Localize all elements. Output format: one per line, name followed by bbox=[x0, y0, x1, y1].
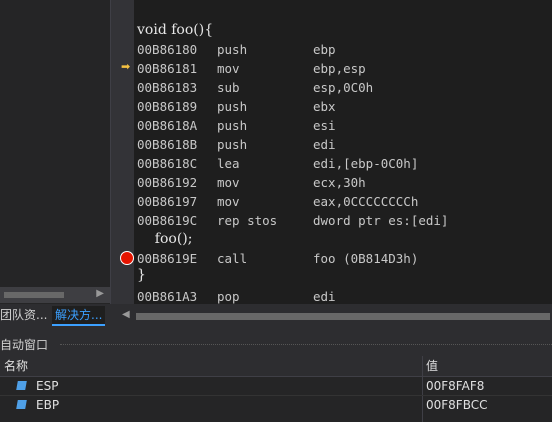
scrollbar-thumb[interactable] bbox=[136, 313, 550, 320]
editor-gutter bbox=[111, 0, 118, 304]
source-line: void foo(){ bbox=[137, 22, 214, 38]
table-row[interactable]: EBP 00F8FBCC bbox=[0, 396, 552, 414]
register-name: EBP bbox=[36, 398, 60, 412]
left-panel-tabs: 团队资... 解决方... bbox=[0, 304, 110, 326]
disasm-line: 00B86181 mov ebp,esp bbox=[137, 61, 366, 76]
register-value[interactable]: 00F8FBCC bbox=[426, 396, 488, 414]
solution-explorer-panel bbox=[0, 0, 111, 304]
breakpoint-icon[interactable] bbox=[120, 251, 134, 265]
register-icon bbox=[16, 400, 27, 409]
editor-horizontal-scrollbar[interactable]: ◀ bbox=[118, 309, 552, 324]
source-line: foo(); bbox=[137, 231, 193, 247]
register-icon bbox=[16, 381, 27, 390]
disasm-line: 00B86192 mov ecx,30h bbox=[137, 175, 366, 190]
source-line: } bbox=[137, 267, 146, 283]
autos-title-text: 自动窗口 bbox=[0, 338, 49, 352]
tab-team-explorer[interactable]: 团队资... bbox=[0, 306, 47, 324]
disasm-line: 00B861A3 pop edi bbox=[137, 289, 336, 304]
column-header-name[interactable]: 名称 bbox=[4, 356, 28, 376]
disasm-line: 00B8619E call foo (0B814D3h) bbox=[137, 251, 419, 266]
disasm-line: 00B8618B push edi bbox=[137, 137, 336, 152]
disasm-line: 00B86180 push ebp bbox=[137, 42, 336, 57]
register-name: ESP bbox=[36, 379, 59, 393]
autos-window-title: 自动窗口 bbox=[0, 336, 552, 354]
title-grip bbox=[60, 344, 552, 345]
disasm-line: 00B86197 mov eax,0CCCCCCCCh bbox=[137, 194, 419, 209]
table-row[interactable]: ESP 00F8FAF8 bbox=[0, 377, 552, 396]
register-value[interactable]: 00F8FAF8 bbox=[426, 377, 484, 395]
instruction-pointer-arrow-icon: ➡ bbox=[121, 60, 131, 73]
tab-solution-explorer[interactable]: 解决方... bbox=[52, 306, 106, 326]
scroll-left-icon[interactable]: ◀ bbox=[122, 309, 130, 320]
disasm-line: 00B8618C lea edi,[ebp-0C0h] bbox=[137, 156, 419, 171]
scrollbar-thumb[interactable] bbox=[4, 292, 64, 298]
disassembly-editor[interactable]: void foo(){ 00B86180 push ebp 00B86181 mov e… bbox=[134, 0, 552, 304]
disasm-line: 00B86189 push ebx bbox=[137, 99, 336, 114]
left-panel-horizontal-scrollbar[interactable]: ▶ bbox=[0, 287, 110, 303]
disasm-line: 00B8619C rep stos dword ptr es:[edi] bbox=[137, 213, 449, 228]
disasm-line: 00B8618A push esi bbox=[137, 118, 336, 133]
scroll-right-icon[interactable]: ▶ bbox=[96, 288, 104, 299]
table-header: 名称 值 bbox=[0, 356, 552, 377]
disasm-line: 00B86183 sub esp,0C0h bbox=[137, 80, 374, 95]
autos-table: 名称 值 ESP 00F8FAF8 EBP 00F8FBCC bbox=[0, 356, 552, 422]
column-header-value[interactable]: 值 bbox=[426, 356, 438, 376]
